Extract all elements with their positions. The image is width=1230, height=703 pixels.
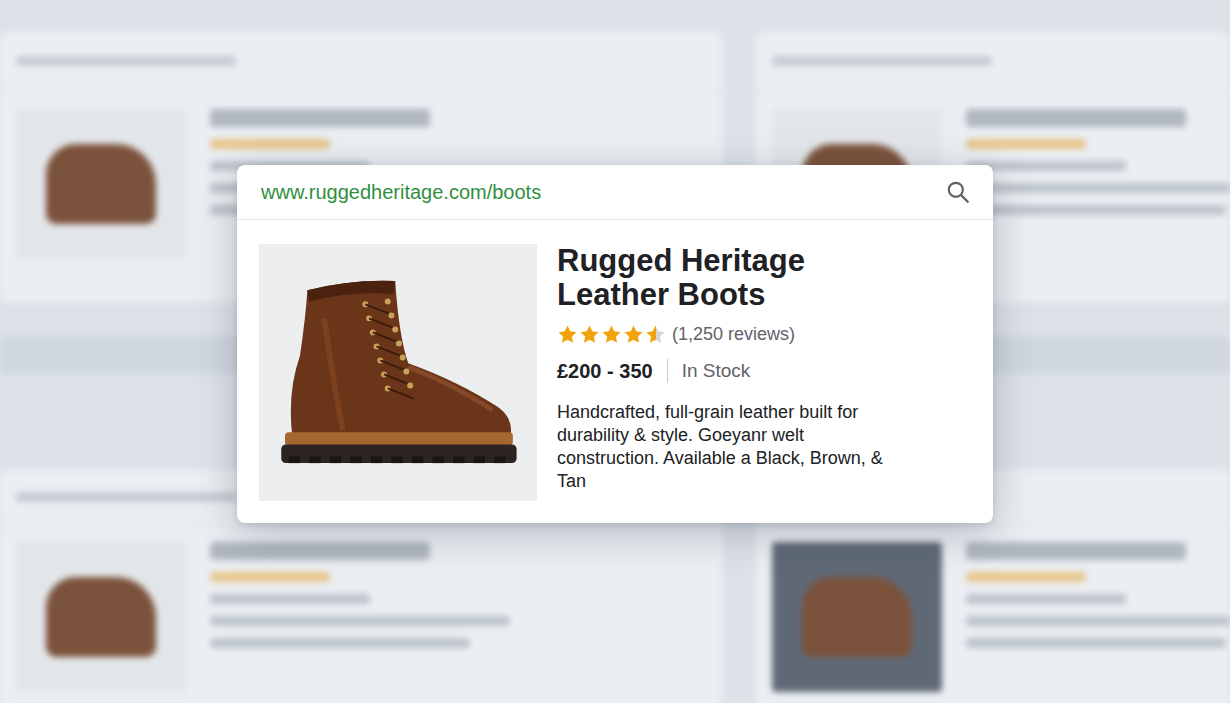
background-image [16,109,186,259]
star-icon [579,324,600,345]
price-row: £200 - 350 In Stock [557,359,907,383]
result-body: Rugged Heritage Leather Boots (1,250 revi… [237,220,993,523]
background-lines [210,542,706,692]
background-card-header [0,32,722,91]
star-icon [601,324,622,345]
divider [667,359,668,383]
background-image [16,542,186,692]
background-boot-icon [46,144,156,224]
star-icon [557,324,578,345]
result-url[interactable]: www.ruggedheritage.com/boots [261,181,541,204]
availability: In Stock [682,360,751,382]
background-boot-icon [802,577,912,657]
background-boot-icon [46,577,156,657]
product-title[interactable]: Rugged Heritage Leather Boots [557,244,857,312]
rating-row: (1,250 reviews) [557,324,907,345]
star-icon [645,324,666,345]
boot-icon [263,253,533,493]
background-lines [966,109,1230,259]
search-icon[interactable] [945,179,971,205]
product-image[interactable] [259,244,537,501]
star-icon [623,324,644,345]
price: £200 - 350 [557,360,653,383]
background-lines [966,542,1230,692]
background-card-body [756,524,1230,703]
review-count[interactable]: (1,250 reviews) [672,324,795,345]
background-image [772,542,942,692]
search-result-card[interactable]: www.ruggedheritage.com/boots Rugged Herit… [237,165,993,523]
background-card-header [756,32,1230,91]
product-info: Rugged Heritage Leather Boots (1,250 revi… [557,244,907,501]
url-bar: www.ruggedheritage.com/boots [237,165,993,220]
background-card-body [0,524,722,703]
product-description: Handcrafted, full-grain leather built fo… [557,401,907,493]
search-page: www.ruggedheritage.com/boots Rugged Herit… [0,0,1230,703]
star-rating [557,324,666,345]
